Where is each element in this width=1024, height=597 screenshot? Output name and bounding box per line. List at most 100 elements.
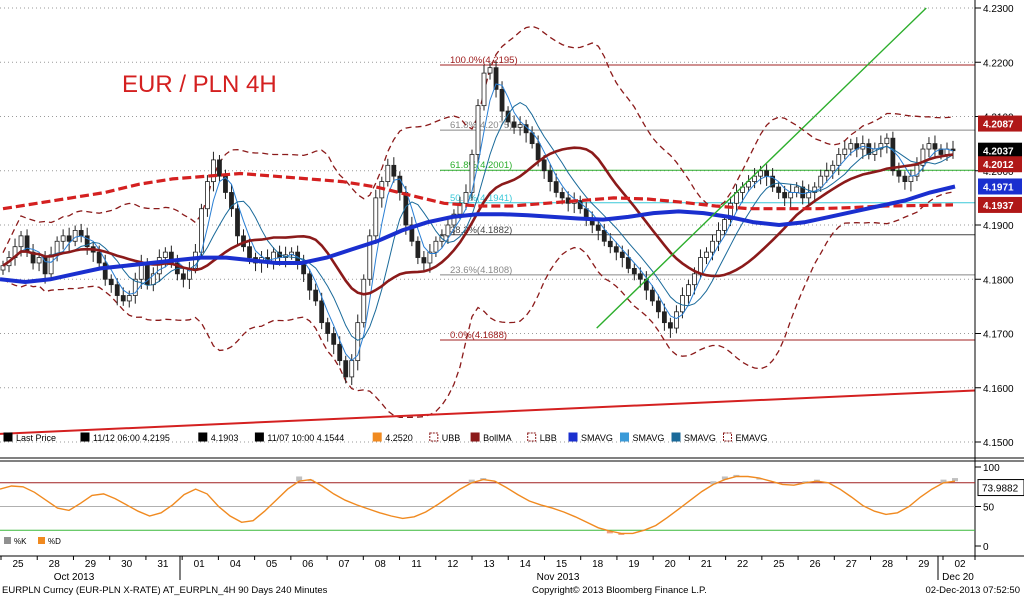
candle-body xyxy=(782,192,788,199)
chart-svg: 100.0%(4.2195) 61.8%(4.2075) 61.8%(4.2001)… xyxy=(0,0,1024,596)
candle-body xyxy=(541,159,547,172)
chart-stage: 100.0%(4.2195) 61.8%(4.2075) 61.8%(4.2001)… xyxy=(0,0,1024,597)
legend-label: 4.1903 xyxy=(211,433,239,443)
fib-label: 61.8%(4.2001) xyxy=(450,160,512,171)
x-day-label: 26 xyxy=(810,559,822,570)
price-badge-layer: 4.2087 4.2037 4.2012 4.1971 4.1937 xyxy=(978,115,1022,213)
trendline-support-red xyxy=(0,389,976,435)
legend-label: Last Price xyxy=(16,433,56,443)
candle-body xyxy=(433,240,439,253)
y-axis-layer: 4.23004.22004.21004.20004.19004.18004.17… xyxy=(974,0,1014,560)
orange-square-icon xyxy=(38,537,45,544)
x-day-label: 13 xyxy=(483,559,495,570)
x-day-label: 18 xyxy=(592,559,604,570)
candle-body xyxy=(24,235,30,253)
fibonacci-layer: 100.0%(4.2195) 61.8%(4.2075) 61.8%(4.2001)… xyxy=(440,55,975,341)
dashed-red-icon xyxy=(527,432,537,442)
footer-layer: EURPLN Curncy (EUR-PLN X-RATE) AT_EURPLN… xyxy=(2,585,1020,596)
candle-body xyxy=(337,343,343,362)
legend-label: SMAVG xyxy=(633,433,665,443)
candle-body xyxy=(824,170,830,177)
candle-body xyxy=(66,235,72,242)
footer-copyright: Copyright© 2013 Bloomberg Finance L.P. xyxy=(532,585,707,596)
candle-body xyxy=(836,154,842,166)
fib-label: 50.0%(4.1941) xyxy=(450,193,512,204)
x-day-label: 28 xyxy=(49,559,61,570)
y-tick-label: 4.1600 xyxy=(983,384,1014,395)
candle-body xyxy=(0,265,6,271)
candle-body xyxy=(758,170,763,177)
sto-tick-label: 100 xyxy=(983,463,1000,474)
candle-body xyxy=(487,67,493,74)
candle-body xyxy=(481,72,487,107)
candle-body xyxy=(385,164,391,182)
x-day-label: 12 xyxy=(447,559,459,570)
y-tick-label: 4.1800 xyxy=(983,275,1014,286)
candle-body xyxy=(686,284,691,296)
candle-body xyxy=(559,192,565,199)
y-tick-label: 4.1900 xyxy=(983,221,1014,232)
candle-body xyxy=(710,240,715,253)
legend-label: 11/07 10:00 4.1544 xyxy=(267,433,344,443)
candle-body xyxy=(668,322,673,329)
legend-label: SMAVG xyxy=(684,433,716,443)
candle-body xyxy=(102,262,108,280)
candle-body xyxy=(493,67,499,90)
x-day-label: 02 xyxy=(954,559,966,570)
candle-body xyxy=(595,224,601,231)
cross-marker-icon xyxy=(198,432,208,442)
grey-square-icon xyxy=(4,537,11,544)
candle-body xyxy=(126,295,132,302)
candle-body xyxy=(325,322,331,334)
candle-body xyxy=(890,137,896,172)
candle-body xyxy=(60,235,66,242)
candle-body xyxy=(896,170,902,177)
candle-body xyxy=(692,273,697,286)
candle-body xyxy=(926,143,932,150)
candle-body xyxy=(180,273,186,280)
x-day-label: 19 xyxy=(628,559,640,570)
candle-body xyxy=(637,273,643,280)
orange-square-icon xyxy=(372,432,382,442)
candle-body xyxy=(108,278,114,286)
candle-body xyxy=(776,186,782,193)
candle-body xyxy=(343,360,349,378)
candle-body xyxy=(349,360,355,378)
candle-body xyxy=(120,295,126,302)
x-day-label: 27 xyxy=(846,559,858,570)
candle-body xyxy=(902,175,908,183)
x-day-label: 14 xyxy=(520,559,532,570)
blue-square-icon xyxy=(568,432,578,442)
candle-body xyxy=(96,251,102,264)
candle-body xyxy=(361,278,367,324)
x-day-label: 30 xyxy=(121,559,133,570)
candle-body xyxy=(722,219,727,231)
candle-body xyxy=(499,88,505,112)
candle-body xyxy=(649,289,655,302)
trendline-uptrend-green xyxy=(596,7,927,329)
fib-label: 61.8%(4.2075) xyxy=(450,120,512,131)
candle-body xyxy=(36,257,42,264)
x-axis-layer: 25 28 29 30 31 01 04 05 06 07 08 11 12 13 14 15 18 19 20 21… xyxy=(0,555,1024,583)
sto-tick-label: 50 xyxy=(983,503,995,514)
candle-body xyxy=(613,246,619,253)
candle-body xyxy=(553,181,559,193)
y-tick-label: 4.2200 xyxy=(983,58,1014,69)
candle-body xyxy=(884,137,890,145)
candle-body xyxy=(331,333,337,345)
x-day-label: 22 xyxy=(737,559,749,570)
fib-label: 0.0%(4.1688) xyxy=(450,330,507,341)
high-marker-icon xyxy=(80,432,90,442)
candle-body xyxy=(235,208,240,237)
candle-body xyxy=(842,148,848,155)
x-month-label: Dec 20 xyxy=(942,572,974,583)
x-day-label: 25 xyxy=(12,559,24,570)
x-day-label: 11 xyxy=(411,559,422,570)
candle-body xyxy=(319,300,325,324)
x-day-label: 15 xyxy=(556,559,568,570)
candle-body xyxy=(18,235,24,248)
x-day-label: 31 xyxy=(157,559,169,570)
candle-body xyxy=(307,273,313,291)
candle-body xyxy=(535,143,541,161)
candle-body xyxy=(205,181,210,210)
